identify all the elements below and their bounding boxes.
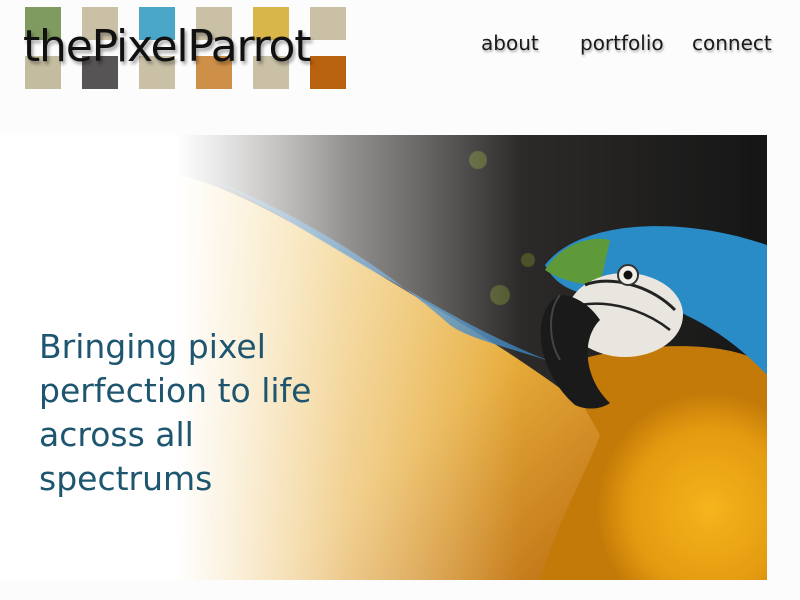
logo-swatch — [310, 56, 346, 89]
nav-about[interactable]: about — [481, 31, 539, 55]
nav-portfolio[interactable]: portfolio — [580, 31, 664, 55]
hero-headline: Bringing pixel perfection to life across… — [39, 327, 312, 498]
site-logo[interactable]: thePixelParrot — [23, 7, 347, 89]
logo-text: thePixelParrot — [23, 21, 312, 72]
site-header: thePixelParrot about portfolio connect — [0, 0, 800, 110]
nav-connect[interactable]: connect — [692, 31, 772, 55]
logo-swatch — [310, 7, 346, 40]
